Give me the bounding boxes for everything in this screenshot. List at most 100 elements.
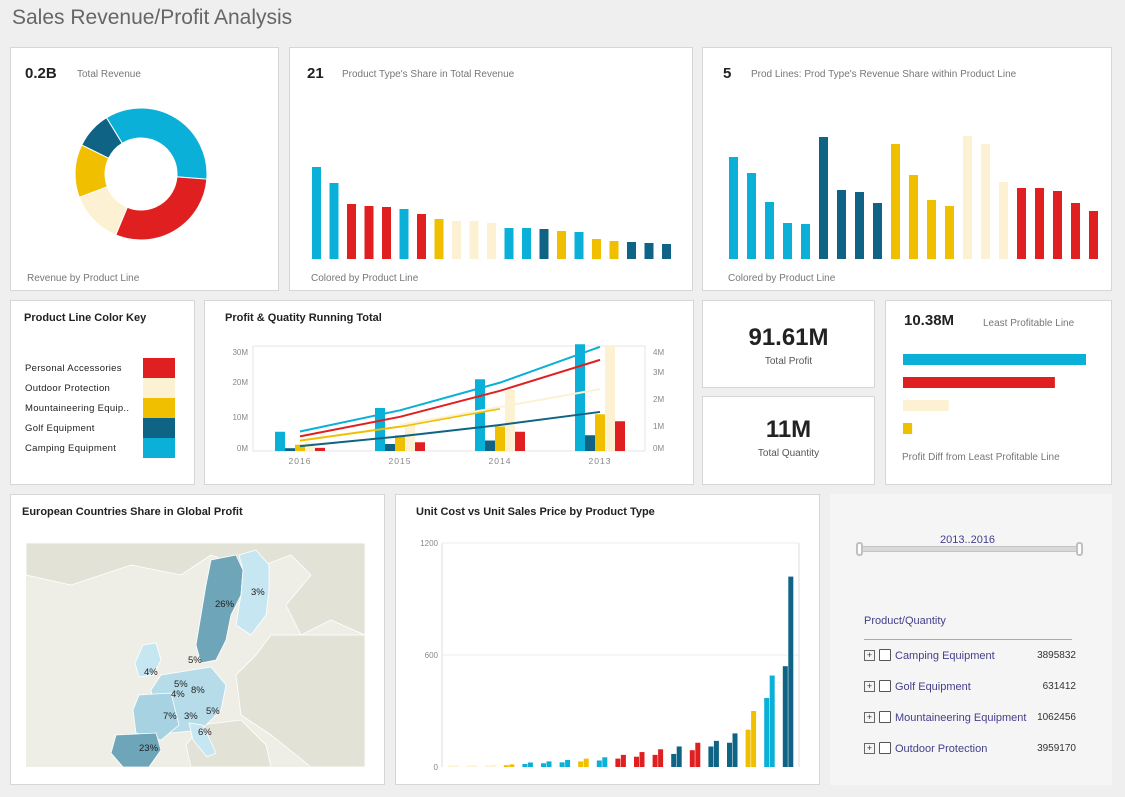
color-key-label: Golf Equipment — [25, 423, 95, 434]
color-key-label: Outdoor Protection — [25, 383, 111, 394]
bar — [453, 765, 459, 767]
map-label: 3% — [184, 711, 198, 722]
bar-18 — [1053, 191, 1062, 259]
product-quantity: 631412 — [1042, 681, 1076, 692]
map-label: 7% — [163, 711, 177, 722]
bar — [385, 444, 395, 451]
bar — [415, 442, 425, 451]
bar — [727, 742, 732, 767]
y-right-tick: 2M — [653, 395, 664, 404]
color-key-swatch — [143, 418, 175, 438]
x-tick: 2015 — [389, 456, 412, 466]
bar — [732, 733, 738, 767]
product-quantity-header: Product/Quantity — [864, 615, 946, 627]
expand-icon[interactable]: + — [864, 712, 875, 723]
map-label: 8% — [191, 685, 205, 696]
type-share-panel: 21 Product Type's Share in Total Revenue… — [289, 47, 693, 291]
bar — [634, 756, 639, 767]
bar-14 — [557, 231, 566, 259]
bar — [713, 740, 719, 767]
bar — [639, 752, 645, 767]
bar — [565, 759, 571, 767]
checkbox[interactable] — [879, 680, 891, 692]
bar — [546, 761, 552, 767]
running-total-panel: Profit & Quatity Running Total 30M 20M 10M… — [204, 300, 694, 485]
y-left-tick: 10M — [232, 413, 248, 422]
bar — [485, 765, 491, 767]
bar-12 — [945, 206, 954, 259]
type-share-bar-chart[interactable] — [290, 48, 694, 292]
color-key-title: Product Line Color Key — [24, 312, 147, 324]
bar — [596, 760, 602, 767]
range-slider-handle-end[interactable] — [1076, 542, 1083, 556]
bar — [658, 749, 664, 767]
expand-icon[interactable]: + — [864, 650, 875, 661]
unit-cost-bar-chart[interactable]: 1200 600 0 — [396, 495, 821, 786]
bar — [652, 754, 658, 767]
bar-10 — [487, 223, 496, 259]
total-revenue-footer: Revenue by Product Line — [27, 273, 140, 284]
bar — [695, 742, 701, 767]
range-slider-handle-start[interactable] — [856, 542, 863, 556]
bar — [605, 346, 615, 451]
color-key-swatch — [143, 378, 175, 398]
bar-17 — [1035, 188, 1044, 259]
checkbox[interactable] — [879, 649, 891, 661]
hbar-3 — [903, 423, 913, 434]
revenue-donut-chart[interactable] — [11, 48, 280, 292]
bar — [472, 765, 478, 767]
y-tick: 0 — [434, 763, 439, 772]
y-right-tick: 0M — [653, 444, 664, 453]
bar — [522, 764, 528, 767]
x-tick: 2014 — [489, 456, 512, 466]
bar-15 — [574, 232, 584, 259]
bar-0 — [312, 167, 321, 259]
bar-8 — [873, 203, 882, 259]
bar-16 — [1017, 188, 1026, 259]
type-share-footer: Colored by Product Line — [311, 273, 419, 284]
bar — [583, 758, 589, 767]
product-label: Mountaineering Equipment — [895, 712, 1027, 724]
filter-panel: 2013..2016 Product/Quantity + Camping Equ… — [830, 494, 1112, 785]
total-revenue-panel: 0.2B Total Revenue Revenue by Product Li… — [10, 47, 279, 291]
bar-20 — [662, 244, 671, 259]
bar-14 — [981, 144, 990, 259]
y-tick: 1200 — [420, 539, 438, 548]
bar-13 — [963, 136, 972, 259]
running-total-chart[interactable]: 30M 20M 10M 0M 4M 3M 2M 1M 0M 2016 2015 2014 2013 — [205, 301, 695, 486]
list-header-divider — [864, 639, 1072, 640]
range-slider-track[interactable] — [860, 546, 1080, 552]
hbar-1 — [903, 377, 1055, 388]
expand-icon[interactable]: + — [864, 743, 875, 754]
checkbox[interactable] — [879, 711, 891, 723]
bar — [615, 758, 621, 767]
bar — [285, 448, 295, 451]
checkbox[interactable] — [879, 742, 891, 754]
bar — [751, 711, 757, 767]
bar — [275, 431, 285, 451]
y-left-tick: 30M — [232, 348, 248, 357]
y-right-tick: 1M — [653, 422, 664, 431]
y-tick: 600 — [425, 651, 439, 660]
least-profitable-panel: 10.38M Least Profitable Line Profit Diff… — [885, 300, 1112, 485]
bar-17 — [609, 241, 619, 259]
bar — [575, 344, 585, 451]
expand-icon[interactable]: + — [864, 681, 875, 692]
bar-2 — [765, 202, 774, 259]
hbar-0 — [903, 354, 1086, 365]
page-title: Sales Revenue/Profit Analysis — [12, 6, 293, 29]
color-key-panel: Product Line Color Key Personal Accessor… — [10, 300, 195, 485]
europe-map[interactable]: 26%3%4%5%5%8%4%7% 3% 5%6%23% — [11, 495, 386, 786]
color-key-swatch — [143, 358, 175, 378]
product-label: Outdoor Protection — [895, 743, 988, 755]
total-profit-value: 91.61M — [748, 324, 829, 351]
prod-lines-bar-chart[interactable] — [703, 48, 1113, 292]
series-line — [399, 388, 601, 426]
bar — [509, 764, 515, 767]
bar-7 — [855, 192, 864, 259]
total-profit-label: Total Profit — [764, 356, 813, 367]
color-key-label: Camping Equipment — [25, 443, 117, 454]
bar-10 — [909, 175, 918, 259]
color-key-swatch — [143, 438, 175, 458]
total-quantity-value: 11M — [765, 416, 812, 443]
